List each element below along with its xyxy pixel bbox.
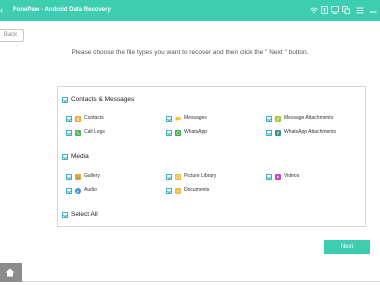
select-all-label: Select All [71, 211, 98, 218]
videos-checkbox[interactable] [266, 173, 272, 180]
option-label: Message Attachments [284, 115, 334, 121]
instruction-text: Please choose the file types you want to… [71, 49, 309, 56]
message-attachments-icon [275, 115, 281, 122]
option-audio[interactable]: Audio [66, 187, 97, 194]
picture-library-icon [175, 173, 181, 180]
whatsapp-attachments-icon [275, 129, 281, 136]
documents-icon [175, 187, 181, 194]
cart-icon[interactable] [331, 6, 339, 14]
option-label: WhatsApp Attachments [284, 129, 336, 135]
option-picture-library[interactable]: Picture Library [166, 173, 216, 180]
option-message-attachments[interactable]: Message Attachments [266, 115, 333, 122]
option-documents[interactable]: Documents [166, 187, 209, 194]
app-title: FonePaw - Android Data Recovery [13, 7, 111, 13]
home-icon [5, 268, 14, 277]
whatsapp-icon [175, 129, 181, 136]
option-label: Gallery [84, 173, 100, 179]
wifi-icon[interactable] [310, 6, 318, 14]
minimize-icon[interactable] [369, 6, 377, 14]
group-label: Contacts & Messages [71, 96, 135, 103]
contacts-icon [75, 115, 81, 122]
group-contacts-messages[interactable]: Contacts & Messages [62, 96, 134, 104]
select-all[interactable]: Select All [62, 211, 98, 219]
next-button[interactable]: Next [324, 240, 370, 254]
option-label: WhatsApp [184, 129, 208, 135]
back-button[interactable]: Back [0, 29, 24, 42]
audio-checkbox[interactable] [66, 187, 72, 194]
call-logs-icon [75, 129, 81, 136]
option-whatsapp[interactable]: WhatsApp [166, 129, 207, 136]
media-checkbox[interactable] [62, 154, 68, 160]
picture-library-checkbox[interactable] [166, 173, 172, 180]
register-icon[interactable] [320, 6, 328, 14]
message-attachments-checkbox[interactable] [266, 115, 272, 122]
option-label: Contacts [84, 115, 104, 121]
contacts-checkbox[interactable] [66, 115, 72, 122]
group-label: Media [71, 153, 89, 160]
messages-icon [175, 115, 181, 122]
menu-icon[interactable] [356, 6, 364, 14]
option-contacts[interactable]: Contacts [66, 115, 104, 122]
option-messages[interactable]: Messages [166, 115, 207, 122]
gallery-icon [75, 173, 81, 180]
option-label: Audio [84, 187, 97, 193]
contacts-messages-checkbox[interactable] [62, 97, 68, 103]
app-menu-icon[interactable]: ‹ [0, 5, 6, 15]
option-label: Messages [184, 115, 207, 121]
option-videos[interactable]: Videos [266, 173, 299, 180]
call-logs-checkbox[interactable] [66, 129, 72, 136]
whatsapp-attachments-checkbox[interactable] [266, 129, 272, 136]
option-call-logs[interactable]: Call Logs [66, 129, 105, 136]
select-all-checkbox[interactable] [62, 212, 68, 218]
option-whatsapp-attachments[interactable]: WhatsApp Attachments [266, 129, 336, 136]
messages-checkbox[interactable] [166, 115, 172, 122]
home-button[interactable] [0, 263, 22, 282]
file-type-panel: Contacts & Messages Contacts Messages Me… [57, 86, 366, 227]
group-media[interactable]: Media [62, 153, 89, 161]
option-label: Documents [184, 187, 210, 193]
option-label: Call Logs [84, 129, 105, 135]
feedback-icon[interactable] [342, 6, 350, 14]
documents-checkbox[interactable] [166, 187, 172, 194]
audio-icon [75, 187, 81, 194]
title-bar: ‹ FonePaw - Android Data Recovery [0, 0, 380, 21]
option-gallery[interactable]: Gallery [66, 173, 100, 180]
whatsapp-checkbox[interactable] [166, 129, 172, 136]
bottom-divider [0, 281, 380, 282]
option-label: Picture Library [184, 173, 217, 179]
videos-icon [275, 173, 281, 180]
option-label: Videos [284, 173, 300, 179]
gallery-checkbox[interactable] [66, 173, 72, 180]
